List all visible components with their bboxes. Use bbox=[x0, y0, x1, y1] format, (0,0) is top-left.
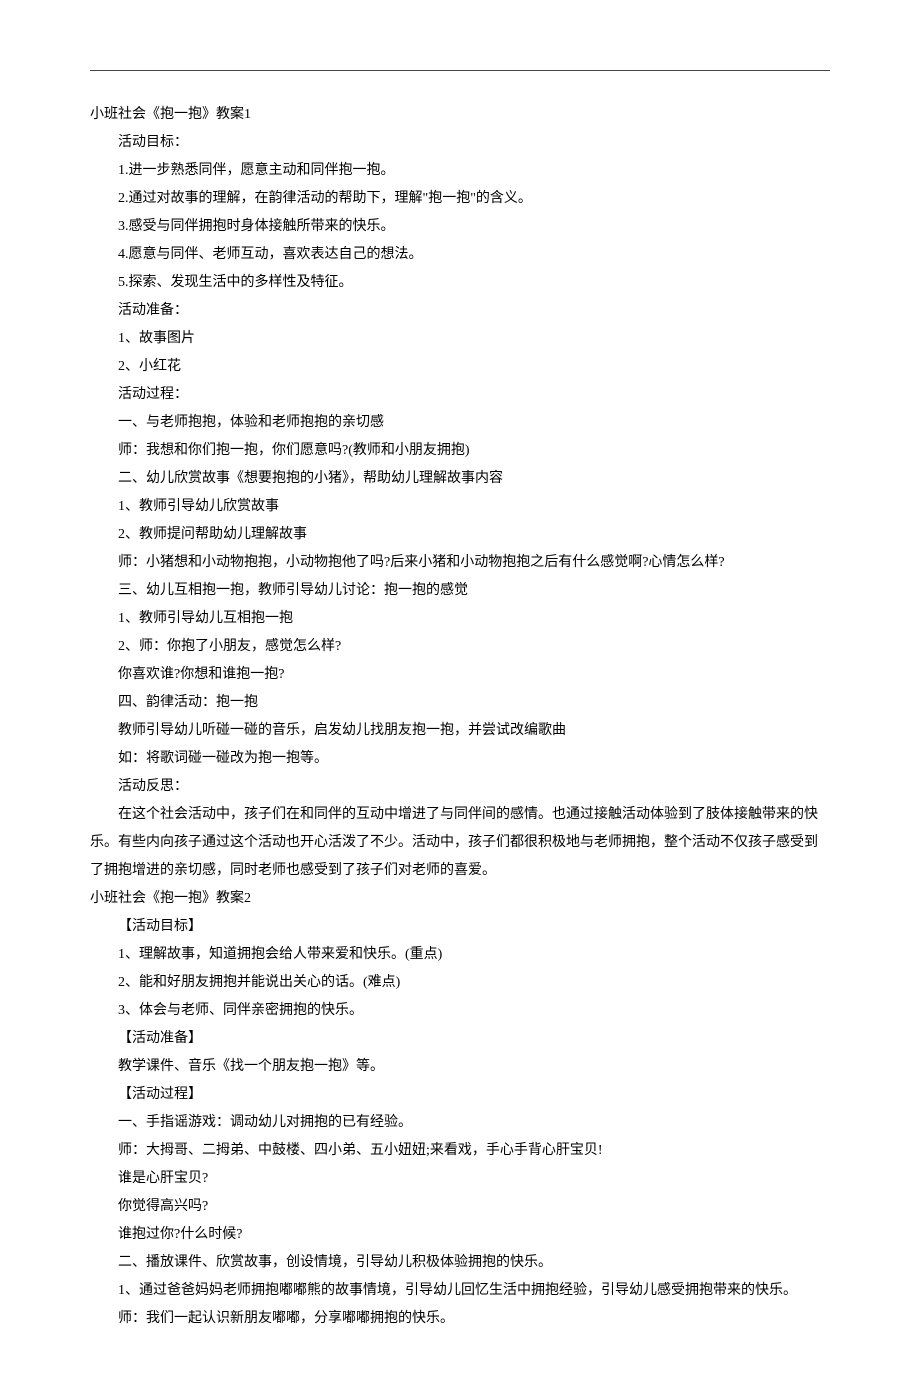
text-line: 教学课件、音乐《找一个朋友抱一抱》等。 bbox=[90, 1053, 830, 1081]
text-line: 师：小猪想和小动物抱抱，小动物抱他了吗?后来小猪和小动物抱抱之后有什么感觉啊?心… bbox=[90, 549, 830, 577]
text-line: 2.通过对故事的理解，在韵律活动的帮助下，理解"抱一抱"的含义。 bbox=[90, 185, 830, 213]
text-line: 活动反思： bbox=[90, 773, 830, 801]
text-line: 小班社会《抱一抱》教案2 bbox=[90, 885, 830, 913]
text-line: 你觉得高兴吗? bbox=[90, 1193, 830, 1221]
text-line: 【活动过程】 bbox=[90, 1081, 830, 1109]
text-line: 四、韵律活动：抱一抱 bbox=[90, 689, 830, 717]
text-line: 如：将歌词碰一碰改为抱一抱等。 bbox=[90, 745, 830, 773]
text-line: 谁抱过你?什么时候? bbox=[90, 1221, 830, 1249]
text-line: 在这个社会活动中，孩子们在和同伴的互动中增进了与同伴间的感情。也通过接触活动体验… bbox=[90, 801, 830, 885]
document-body: 小班社会《抱一抱》教案1活动目标：1.进一步熟悉同伴，愿意主动和同伴抱一抱。2.… bbox=[90, 101, 830, 1333]
text-line: 【活动目标】 bbox=[90, 913, 830, 941]
text-line: 3.感受与同伴拥抱时身体接触所带来的快乐。 bbox=[90, 213, 830, 241]
text-line: 1.进一步熟悉同伴，愿意主动和同伴抱一抱。 bbox=[90, 157, 830, 185]
text-line: 【活动准备】 bbox=[90, 1025, 830, 1053]
text-line: 谁是心肝宝贝? bbox=[90, 1165, 830, 1193]
text-line: 2、师：你抱了小朋友，感觉怎么样? bbox=[90, 633, 830, 661]
text-line: 1、通过爸爸妈妈老师拥抱嘟嘟熊的故事情境，引导幼儿回忆生活中拥抱经验，引导幼儿感… bbox=[90, 1277, 830, 1305]
text-line: 师：大拇哥、二拇弟、中鼓楼、四小弟、五小妞妞;来看戏，手心手背心肝宝贝! bbox=[90, 1137, 830, 1165]
text-line: 4.愿意与同伴、老师互动，喜欢表达自己的想法。 bbox=[90, 241, 830, 269]
text-line: 1、教师引导幼儿欣赏故事 bbox=[90, 493, 830, 521]
text-line: 一、与老师抱抱，体验和老师抱抱的亲切感 bbox=[90, 409, 830, 437]
text-line: 活动过程： bbox=[90, 381, 830, 409]
text-line: 师：我们一起认识新朋友嘟嘟，分享嘟嘟拥抱的快乐。 bbox=[90, 1305, 830, 1333]
document-page: 小班社会《抱一抱》教案1活动目标：1.进一步熟悉同伴，愿意主动和同伴抱一抱。2.… bbox=[0, 0, 920, 1373]
text-line: 1、理解故事，知道拥抱会给人带来爱和快乐。(重点) bbox=[90, 941, 830, 969]
text-line: 5.探索、发现生活中的多样性及特征。 bbox=[90, 269, 830, 297]
text-line: 三、幼儿互相抱一抱，教师引导幼儿讨论：抱一抱的感觉 bbox=[90, 577, 830, 605]
text-line: 一、手指谣游戏：调动幼儿对拥抱的已有经验。 bbox=[90, 1109, 830, 1137]
text-line: 2、小红花 bbox=[90, 353, 830, 381]
text-line: 二、幼儿欣赏故事《想要抱抱的小猪》，帮助幼儿理解故事内容 bbox=[90, 465, 830, 493]
text-line: 2、能和好朋友拥抱并能说出关心的话。(难点) bbox=[90, 969, 830, 997]
text-line: 活动准备： bbox=[90, 297, 830, 325]
text-line: 1、教师引导幼儿互相抱一抱 bbox=[90, 605, 830, 633]
text-line: 小班社会《抱一抱》教案1 bbox=[90, 101, 830, 129]
text-line: 师：我想和你们抱一抱，你们愿意吗?(教师和小朋友拥抱) bbox=[90, 437, 830, 465]
text-line: 3、体会与老师、同伴亲密拥抱的快乐。 bbox=[90, 997, 830, 1025]
text-line: 活动目标： bbox=[90, 129, 830, 157]
text-line: 2、教师提问帮助幼儿理解故事 bbox=[90, 521, 830, 549]
text-line: 你喜欢谁?你想和谁抱一抱? bbox=[90, 661, 830, 689]
top-divider bbox=[90, 70, 830, 71]
text-line: 教师引导幼儿听碰一碰的音乐，启发幼儿找朋友抱一抱，并尝试改编歌曲 bbox=[90, 717, 830, 745]
text-line: 1、故事图片 bbox=[90, 325, 830, 353]
text-line: 二、播放课件、欣赏故事，创设情境，引导幼儿积极体验拥抱的快乐。 bbox=[90, 1249, 830, 1277]
